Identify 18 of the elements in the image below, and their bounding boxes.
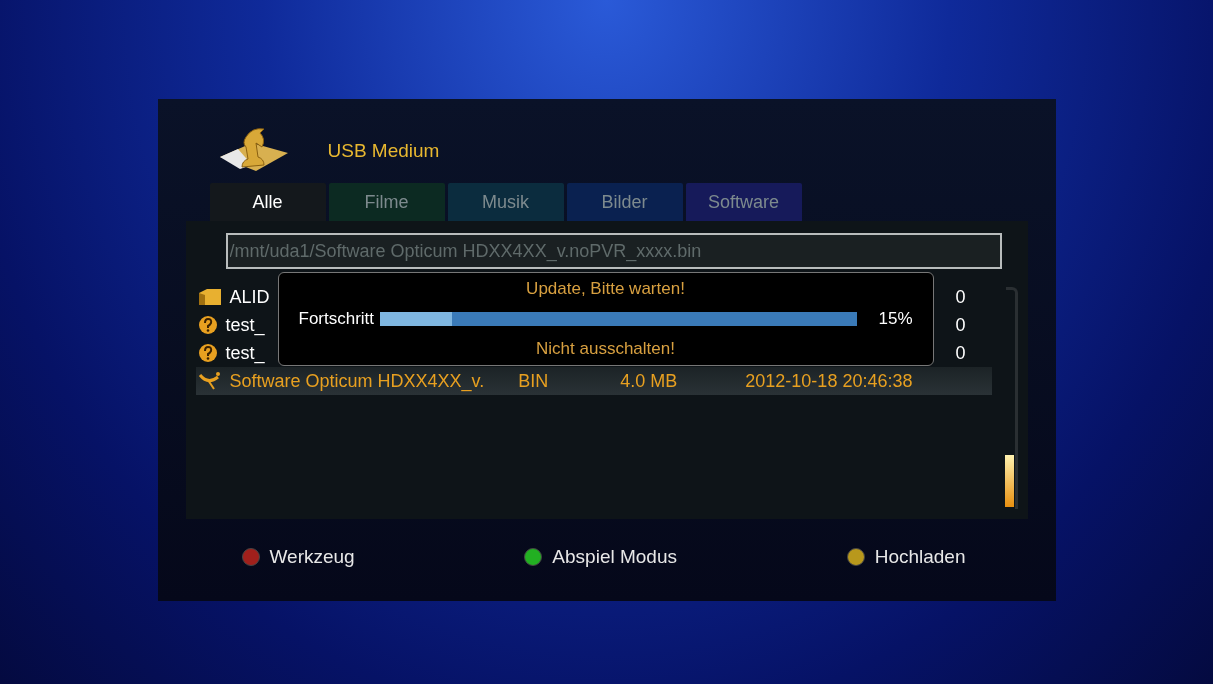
file-date-fragment: 0 xyxy=(955,341,966,365)
dialog-warning: Nicht ausschalten! xyxy=(536,338,675,359)
file-size: 4.0 MB xyxy=(620,369,678,393)
file-name: test_ xyxy=(225,313,265,338)
file-date: 2012-10-18 20:46:38 xyxy=(745,369,913,393)
file-name: test_ xyxy=(225,341,265,366)
progress-label: Fortschritt xyxy=(298,308,375,331)
file-name: ALID xyxy=(229,285,270,309)
key-label: Abspiel Modus xyxy=(552,545,677,569)
file-date-fragment: 0 xyxy=(955,313,966,337)
file-date-fragment: 0 xyxy=(955,285,966,309)
dialog-title: Update, Bitte warten! xyxy=(526,279,685,300)
key-label: Werkzeug xyxy=(269,545,355,569)
key-label: Hochladen xyxy=(874,545,966,569)
screen-title: USB Medium xyxy=(327,138,440,163)
file-name: Software Opticum HDXX4XX_v. xyxy=(229,369,485,394)
file-type: BIN xyxy=(518,369,549,393)
progress-reading: 15% xyxy=(877,308,913,331)
